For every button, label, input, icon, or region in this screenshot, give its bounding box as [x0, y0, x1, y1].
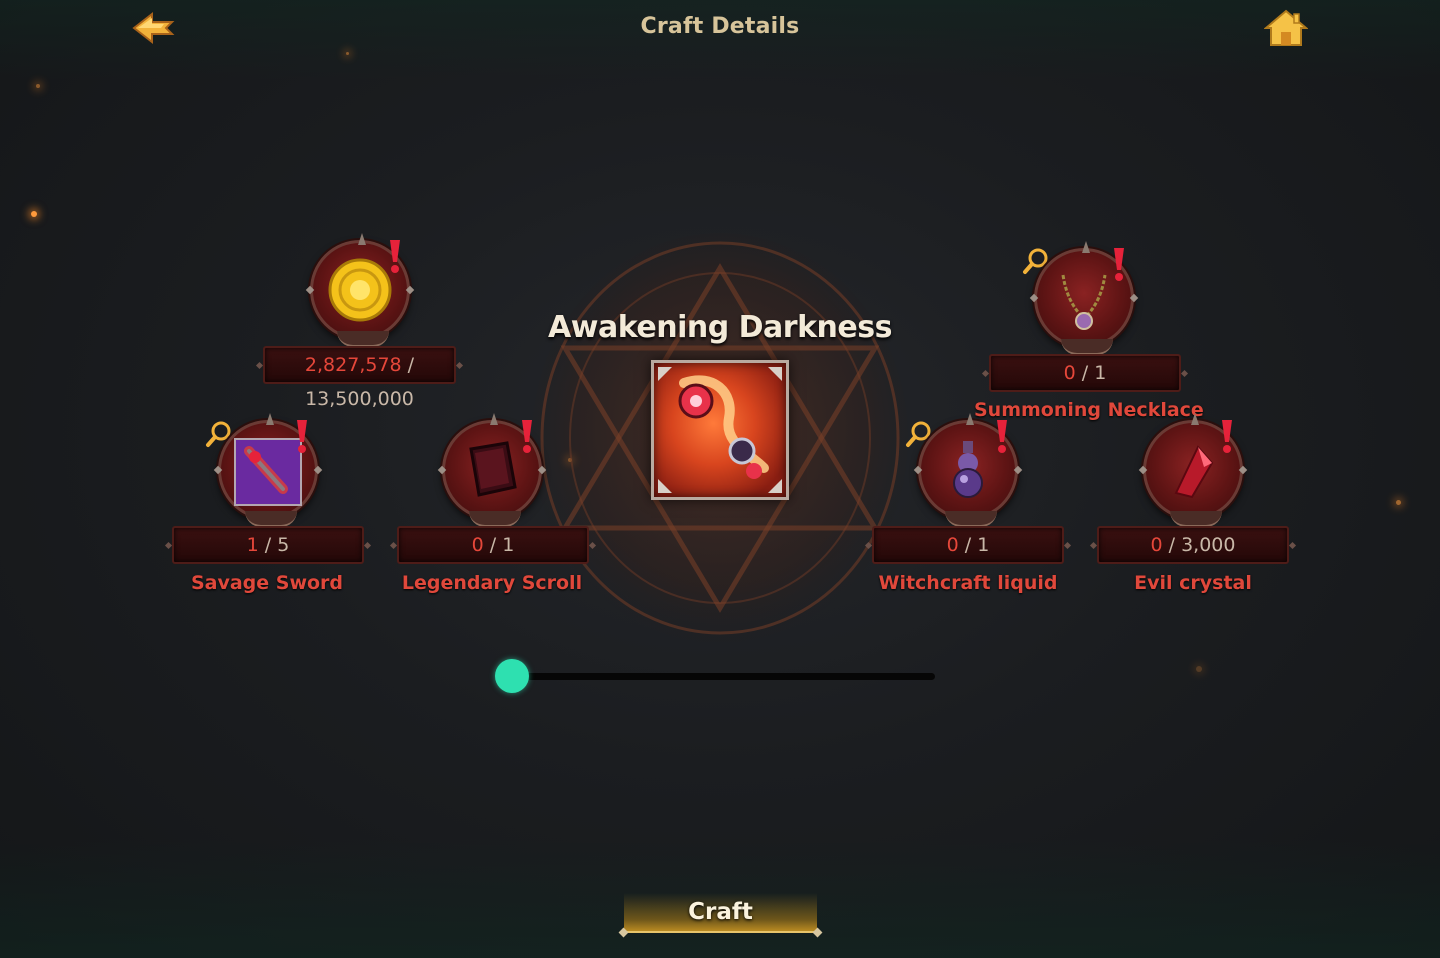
quantity-slider-thumb[interactable] — [495, 659, 529, 693]
medallion-wing — [945, 511, 997, 527]
alert-icon — [297, 420, 307, 453]
quantity-slider-track[interactable] — [512, 673, 935, 680]
page-title: Craft Details — [640, 14, 800, 39]
material-separator: / — [1162, 534, 1182, 556]
material-need: 1 — [502, 534, 515, 556]
alert-icon — [522, 420, 532, 453]
alert-icon — [1222, 420, 1232, 453]
material-name: Legendary Scroll — [401, 572, 583, 594]
awakening-darkness-weapon-icon — [658, 367, 782, 493]
material-have: 0 — [946, 534, 959, 556]
medallion-wing — [245, 511, 297, 527]
evil-crystal-count: 0 / 3,000 — [1097, 526, 1289, 564]
product-icon-frame[interactable] — [651, 360, 789, 500]
alert-icon — [1114, 248, 1124, 281]
medallion-wing — [1061, 339, 1113, 355]
material-name: Savage Sword — [190, 572, 344, 594]
material-need: 5 — [277, 534, 290, 556]
gold-have: 2,827,578 — [304, 354, 402, 376]
savage-sword-count: 1 / 5 — [172, 526, 364, 564]
gold-separator: / — [401, 354, 415, 376]
home-button[interactable] — [1263, 8, 1309, 48]
home-icon — [1263, 9, 1309, 46]
ember-spark — [1196, 666, 1202, 672]
medallion-wing — [337, 331, 389, 347]
summoning-necklace-count: 0 / 1 — [989, 354, 1181, 392]
ember-spark — [36, 84, 40, 88]
product-name: Awakening Darkness — [548, 310, 892, 345]
alert-icon — [390, 240, 400, 273]
material-separator: / — [258, 534, 278, 556]
material-name: Evil crystal — [1134, 572, 1252, 594]
ember-spark — [31, 211, 37, 217]
gold-need: 13,500,000 — [305, 388, 414, 410]
material-need: 1 — [977, 534, 990, 556]
material-have: 1 — [246, 534, 259, 556]
material-need: 1 — [1094, 362, 1107, 384]
alert-icon — [997, 420, 1007, 453]
material-have: 0 — [471, 534, 484, 556]
witchcraft-liquid-count: 0 / 1 — [872, 526, 1064, 564]
material-separator: / — [958, 534, 978, 556]
medallion-wing — [1170, 511, 1222, 527]
medallion-wing — [469, 511, 521, 527]
material-separator: / — [483, 534, 503, 556]
craft-button[interactable]: Craft — [624, 893, 817, 933]
gold-count: 2,827,578 / 13,500,000 — [263, 346, 456, 410]
material-have: 0 — [1150, 534, 1163, 556]
legendary-scroll-count: 0 / 1 — [397, 526, 589, 564]
material-need: 3,000 — [1181, 534, 1236, 556]
material-separator: / — [1075, 362, 1095, 384]
ember-spark — [346, 52, 349, 55]
top-glow — [0, 0, 1440, 80]
material-have: 0 — [1063, 362, 1076, 384]
ember-spark — [1396, 500, 1401, 505]
material-name: Witchcraft liquid — [878, 572, 1058, 594]
